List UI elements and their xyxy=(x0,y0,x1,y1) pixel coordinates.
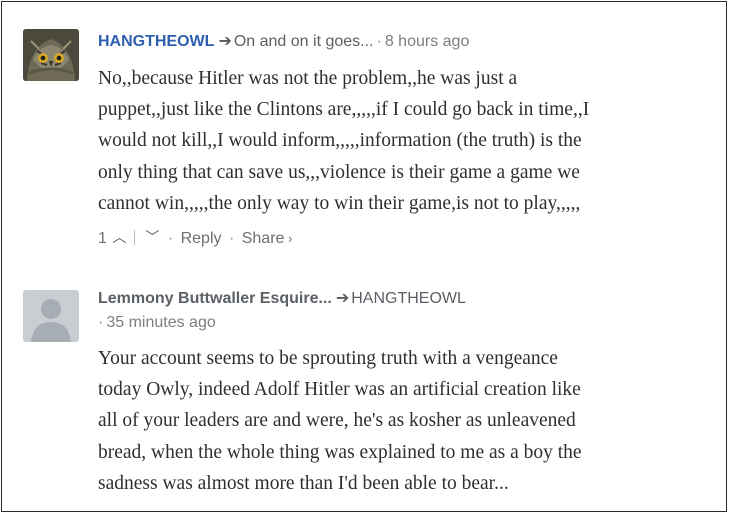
comment-line: Your account seems to be sprouting truth… xyxy=(98,348,558,369)
comment-line: No,,because Hitler was not the problem,,… xyxy=(98,68,518,89)
timestamp-line: · 35 minutes ago xyxy=(98,313,216,333)
comment-line: all of your leaders are and were, he's a… xyxy=(98,410,576,432)
comment-line: would not kill,,I would inform,,,,,infor… xyxy=(98,130,582,152)
avatar[interactable] xyxy=(23,29,79,81)
vote-divider xyxy=(134,230,136,245)
upvote-icon[interactable]: ︿ xyxy=(111,227,127,247)
comment-line: today Owly, indeed Adolf Hitler was an a… xyxy=(98,379,581,401)
comment-body: Your account seems to be sprouting truth… xyxy=(98,343,718,499)
reply-arrow-icon: ➔ xyxy=(335,290,350,307)
separator-dot: · xyxy=(98,314,104,331)
comment-thread: HANGTHEOWL ➔ On and on it goes... · 8 hours … xyxy=(1,1,727,512)
user-silhouette-icon xyxy=(23,290,79,342)
comment-line: only thing that can save us,,,violence i… xyxy=(98,161,580,183)
comment-body: No,,because Hitler was not the problem,,… xyxy=(98,63,718,219)
separator-dot: · xyxy=(228,230,235,247)
reply-button[interactable]: Reply xyxy=(181,230,222,247)
comment-footer: 1 ︿ ﹀ · Reply · Share › xyxy=(98,227,292,249)
vote-count: 1 xyxy=(98,230,107,247)
comment-header: Lemmony Buttwaller Esquire... ➔ HANGTHEOWL xyxy=(98,289,466,309)
comment-header: HANGTHEOWL ➔ On and on it goes... · 8 hours … xyxy=(98,32,469,52)
separator-dot: · xyxy=(167,230,174,247)
reply-arrow-icon: ➔ xyxy=(218,33,232,50)
avatar[interactable] xyxy=(23,290,79,342)
reply-to-link[interactable]: HANGTHEOWL xyxy=(351,290,466,307)
comment-line: sadness was almost more than I'd been ab… xyxy=(98,472,509,494)
comment-line: bread, when the whole thing was explaine… xyxy=(98,441,582,463)
timestamp[interactable]: 8 hours ago xyxy=(385,33,470,50)
author-name[interactable]: Lemmony Buttwaller Esquire... xyxy=(98,290,332,307)
comment-line: puppet,,just like the Clintons are,,,,,i… xyxy=(98,99,590,121)
downvote-icon[interactable]: ﹀ xyxy=(144,227,160,247)
reply-to-link[interactable]: On and on it goes... xyxy=(234,33,374,50)
comment-line: cannot win,,,,,the only way to win their… xyxy=(98,192,581,214)
author-name[interactable]: HANGTHEOWL xyxy=(98,33,214,50)
owl-icon xyxy=(23,29,79,81)
separator-dot: · xyxy=(376,33,382,50)
timestamp[interactable]: 35 minutes ago xyxy=(106,314,215,331)
share-button[interactable]: Share xyxy=(242,230,285,247)
chevron-right-icon[interactable]: › xyxy=(284,231,292,246)
